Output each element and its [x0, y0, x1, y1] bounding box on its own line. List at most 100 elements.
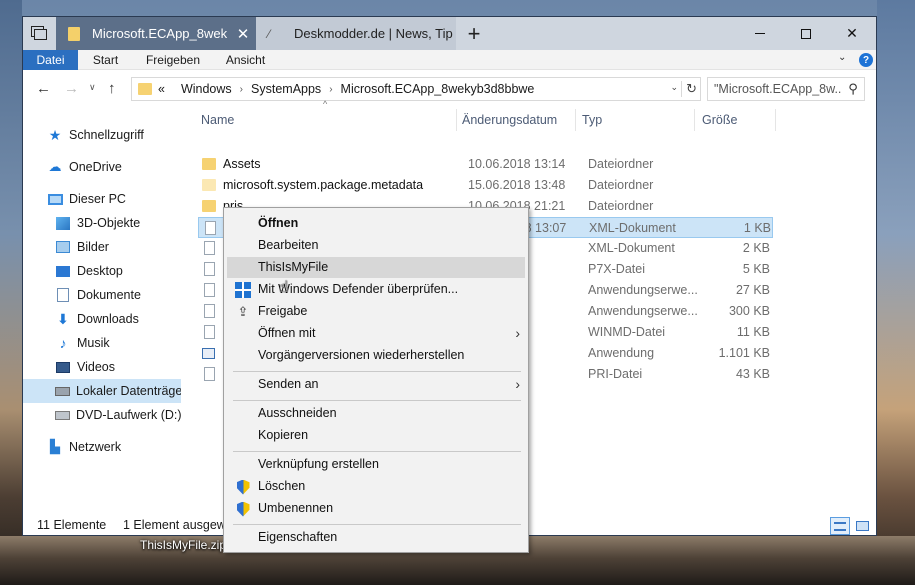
- close-tab-icon[interactable]: ✕: [230, 25, 256, 43]
- nav-item-label: Lokaler Datenträger: [76, 384, 181, 398]
- close-window-button[interactable]: ✕: [829, 17, 875, 50]
- table-row[interactable]: Assets 10.06.2018 13:14 Dateiordner: [198, 154, 773, 175]
- sort-ascending-icon: ^: [323, 99, 328, 109]
- menu-item-thisismyfile[interactable]: ThisIsMyFile: [227, 257, 525, 278]
- ribbon-expand-chevron-icon[interactable]: ⌄: [838, 52, 846, 63]
- back-arrow-icon[interactable]: ←: [36, 80, 51, 97]
- file-icon: [204, 262, 215, 276]
- nav-item-music[interactable]: ♪ Musik: [23, 331, 181, 355]
- nav-item-network[interactable]: ▙ Netzwerk: [23, 435, 181, 459]
- nav-item-downloads[interactable]: ⬇ Downloads: [23, 307, 181, 331]
- address-overflow-prefix[interactable]: «: [158, 82, 165, 96]
- close-icon: ✕: [846, 25, 858, 41]
- breadcrumb-windows[interactable]: Windows: [181, 82, 232, 96]
- breadcrumb-ecapp[interactable]: Microsoft.ECApp_8wekyb3d8bbwe: [341, 82, 535, 96]
- table-row[interactable]: microsoft.system.package.metadata 15.06.…: [198, 175, 773, 196]
- recent-locations-chevron-icon[interactable]: ∨: [89, 82, 96, 93]
- nav-item-desktop[interactable]: Desktop: [23, 259, 181, 283]
- menu-item-delete[interactable]: Löschen: [227, 476, 525, 497]
- menu-item-create-shortcut[interactable]: Verknüpfung erstellen: [227, 454, 525, 475]
- tab-switcher-button[interactable]: [23, 17, 56, 50]
- nav-item-documents[interactable]: Dokumente: [23, 283, 181, 307]
- menu-item-previous-versions[interactable]: Vorgängerversionen wiederherstellen: [227, 345, 525, 366]
- forward-arrow-icon[interactable]: →: [64, 80, 79, 97]
- nav-item-onedrive[interactable]: ☁ OneDrive: [23, 155, 181, 179]
- tab-title: Deskmodder.de | News, Tip: [294, 26, 453, 41]
- desktop-file-label[interactable]: ThisIsMyFile.zip: [140, 538, 226, 552]
- documents-icon: [55, 288, 71, 302]
- menu-separator: [233, 400, 521, 401]
- search-icon[interactable]: ⚲: [842, 81, 864, 97]
- details-view-button[interactable]: [830, 517, 850, 535]
- star-icon: ★: [48, 126, 62, 143]
- menu-item-rename[interactable]: Umbenennen: [227, 498, 525, 519]
- cloud-icon: ☁: [48, 159, 62, 174]
- ribbon-tab-view[interactable]: Ansicht: [213, 50, 278, 70]
- column-header-date[interactable]: Änderungsdatum: [462, 109, 572, 131]
- menu-item-copy[interactable]: Kopieren: [227, 425, 525, 446]
- file-icon: [205, 221, 216, 235]
- submenu-chevron-icon: ›: [515, 376, 520, 392]
- file-icon: [204, 325, 215, 339]
- address-dropdown-icon[interactable]: ⌄: [670, 82, 678, 93]
- address-bar[interactable]: « Windows › SystemApps › Microsoft.ECApp…: [131, 77, 701, 101]
- ribbon-tab-file[interactable]: Datei: [23, 50, 78, 70]
- menu-item-cut[interactable]: Ausschneiden: [227, 403, 525, 424]
- large-icons-view-icon: [855, 521, 869, 531]
- menu-item-properties[interactable]: Eigenschaften: [227, 527, 525, 548]
- maximize-button[interactable]: [783, 17, 829, 50]
- search-input[interactable]: "Microsoft.ECApp_8w... ⚲: [707, 77, 865, 101]
- nav-item-dvd-drive[interactable]: DVD-Laufwerk (D:) C: [23, 403, 181, 427]
- nav-item-label: Desktop: [77, 264, 123, 278]
- nav-item-videos[interactable]: Videos: [23, 355, 181, 379]
- menu-item-edit[interactable]: Bearbeiten: [227, 235, 525, 256]
- breadcrumb-chevron-icon[interactable]: ›: [240, 84, 243, 95]
- nav-item-label: Videos: [77, 360, 115, 374]
- videos-icon: [55, 360, 71, 374]
- nav-item-label: Musik: [77, 336, 110, 350]
- network-icon: ▙: [50, 439, 60, 454]
- tab-deskmodder[interactable]: ⁄ Deskmodder.de | News, Tip: [256, 17, 456, 50]
- menu-separator: [233, 451, 521, 452]
- breadcrumb-systemapps[interactable]: SystemApps: [251, 82, 321, 96]
- web-page-icon: ⁄: [268, 26, 271, 41]
- nav-item-local-disk[interactable]: Lokaler Datenträger: [23, 379, 181, 403]
- folder-icon: [138, 83, 152, 95]
- item-count: 11 Elemente: [37, 518, 107, 532]
- application-icon: [202, 348, 215, 359]
- large-icons-view-button[interactable]: [852, 517, 872, 535]
- nav-item-3d-objects[interactable]: 3D-Objekte: [23, 211, 181, 235]
- new-tab-button[interactable]: +: [456, 17, 492, 50]
- nav-item-this-pc[interactable]: Dieser PC: [23, 187, 181, 211]
- submenu-chevron-icon: ›: [515, 325, 520, 341]
- folder-icon: [202, 179, 216, 191]
- menu-item-share[interactable]: ⇪ Freigabe: [227, 301, 525, 322]
- context-menu: Öffnen Bearbeiten ThisIsMyFile Mit Windo…: [223, 207, 529, 553]
- menu-item-open[interactable]: Öffnen: [227, 213, 525, 234]
- up-arrow-icon[interactable]: ↑: [108, 80, 116, 97]
- selection-status: 1 Element ausgewä: [123, 518, 233, 532]
- hand-cursor-icon: ☝: [279, 279, 289, 296]
- column-header-size[interactable]: Größe: [702, 109, 772, 131]
- nav-item-label: OneDrive: [69, 160, 122, 174]
- nav-item-quick-access[interactable]: ★ Schnellzugriff: [23, 123, 181, 147]
- menu-item-send-to[interactable]: Senden an ›: [227, 374, 525, 395]
- menu-item-defender-scan[interactable]: Mit Windows Defender überprüfen...: [227, 279, 525, 300]
- ribbon-tab-start[interactable]: Start: [78, 50, 133, 70]
- menu-item-open-with[interactable]: Öffnen mit ›: [227, 323, 525, 344]
- column-header-type[interactable]: Typ: [582, 109, 692, 131]
- 3d-objects-icon: [55, 216, 71, 230]
- ribbon-tab-share[interactable]: Freigeben: [133, 50, 213, 70]
- desktop-background-left: [0, 0, 22, 585]
- column-header-name[interactable]: Name: [201, 109, 451, 131]
- menu-separator: [233, 524, 521, 525]
- address-row: ← → ∨ ↑ « Windows › SystemApps › Microso…: [23, 72, 876, 104]
- breadcrumb-chevron-icon[interactable]: ›: [329, 84, 332, 95]
- refresh-icon[interactable]: ↻: [681, 81, 697, 97]
- nav-item-pictures[interactable]: Bilder: [23, 235, 181, 259]
- minimize-icon: [755, 33, 765, 34]
- help-icon[interactable]: ?: [859, 53, 873, 67]
- minimize-button[interactable]: [737, 17, 783, 50]
- tab-explorer[interactable]: Microsoft.ECApp_8wek ✕: [56, 17, 256, 50]
- tab-title: Microsoft.ECApp_8wek: [92, 26, 228, 41]
